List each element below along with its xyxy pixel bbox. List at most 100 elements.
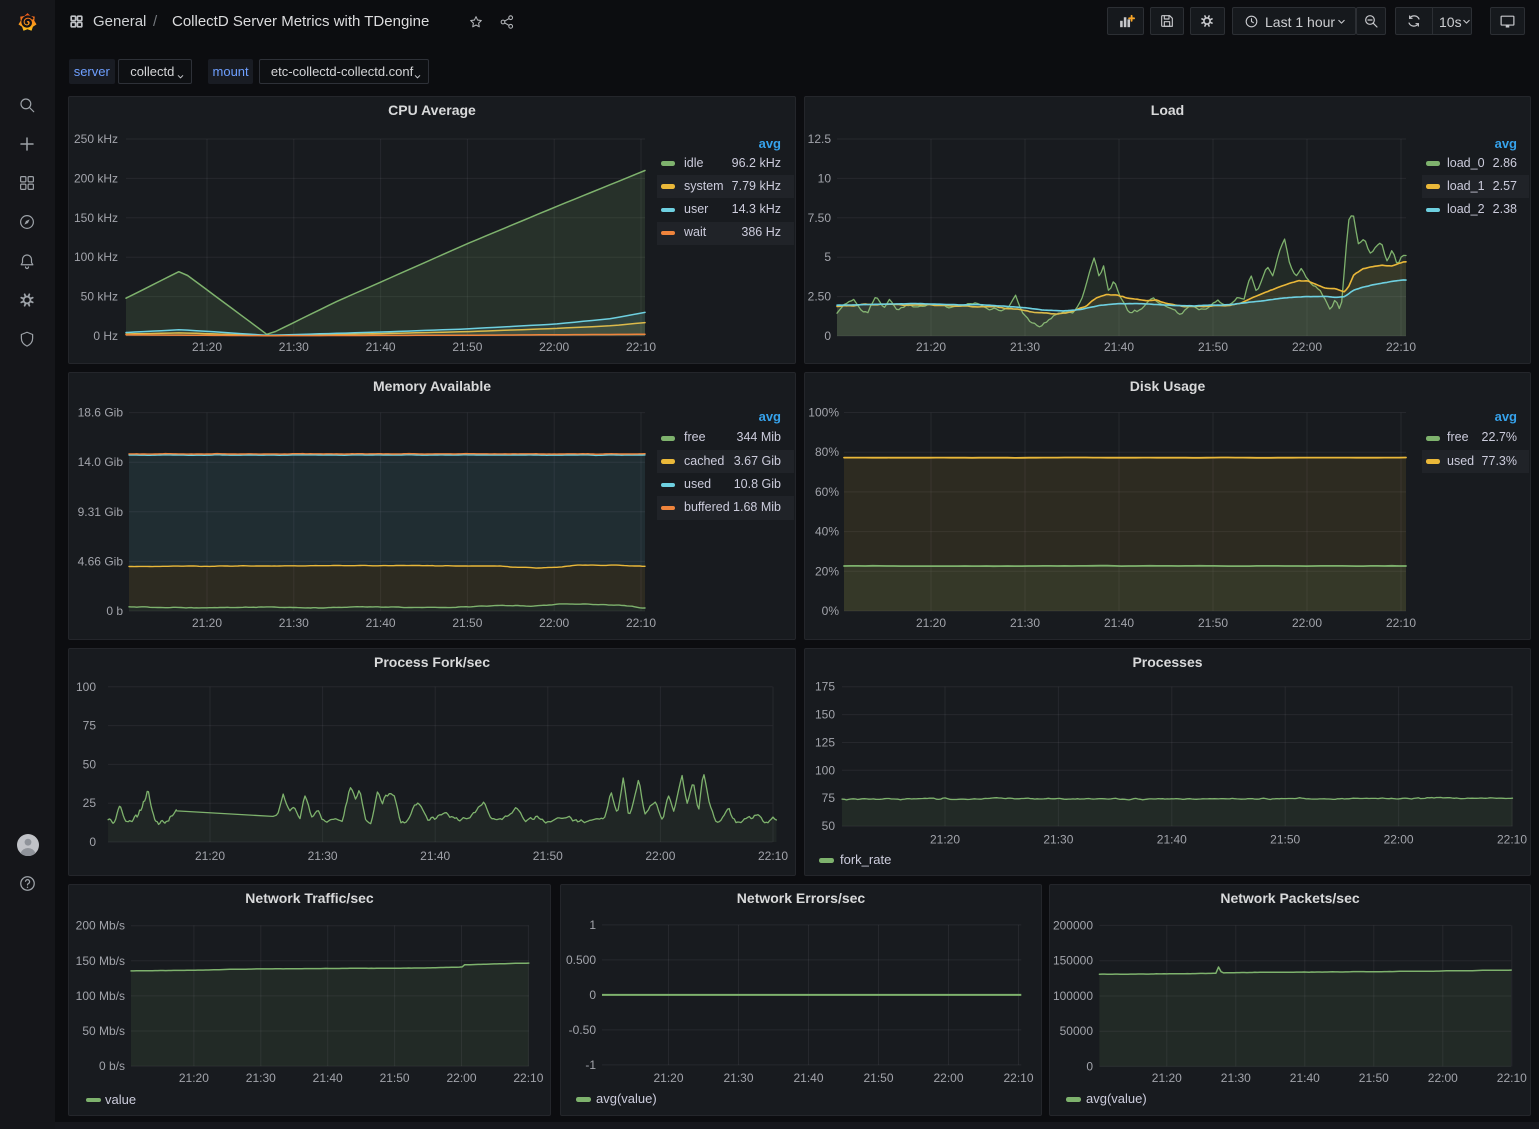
svg-text:21:40: 21:40: [793, 1071, 823, 1085]
svg-text:21:50: 21:50: [380, 1071, 410, 1085]
svg-text:25: 25: [83, 796, 97, 810]
svg-text:21:50: 21:50: [533, 849, 563, 863]
svg-text:200000: 200000: [1053, 918, 1093, 932]
svg-text:150 kHz: 150 kHz: [74, 211, 118, 225]
svg-text:22:00: 22:00: [446, 1071, 476, 1085]
svg-text:22:00: 22:00: [645, 849, 675, 863]
svg-text:75: 75: [83, 719, 97, 733]
svg-text:21:50: 21:50: [1198, 340, 1228, 354]
svg-text:0 Hz: 0 Hz: [93, 329, 118, 343]
svg-text:22:10: 22:10: [1386, 616, 1416, 630]
svg-text:21:30: 21:30: [246, 1071, 276, 1085]
svg-text:80%: 80%: [815, 445, 839, 459]
svg-text:100000: 100000: [1053, 989, 1093, 1003]
svg-text:0.500: 0.500: [566, 953, 596, 967]
svg-text:150 Mb/s: 150 Mb/s: [76, 954, 125, 968]
svg-text:21:20: 21:20: [653, 1071, 683, 1085]
svg-text:21:20: 21:20: [1152, 1071, 1182, 1085]
svg-text:7.50: 7.50: [808, 211, 832, 225]
svg-text:0: 0: [589, 988, 596, 1002]
svg-text:22:10: 22:10: [513, 1071, 543, 1085]
svg-text:22:00: 22:00: [933, 1071, 963, 1085]
svg-text:22:10: 22:10: [1497, 833, 1527, 847]
svg-text:22:00: 22:00: [539, 616, 569, 630]
svg-text:1: 1: [589, 918, 596, 932]
svg-text:21:40: 21:40: [1290, 1071, 1320, 1085]
svg-text:4.66 Gib: 4.66 Gib: [78, 554, 124, 568]
svg-text:21:40: 21:40: [420, 849, 450, 863]
svg-text:75: 75: [822, 791, 836, 805]
svg-text:0 b/s: 0 b/s: [99, 1059, 125, 1073]
svg-text:-1: -1: [585, 1058, 596, 1072]
svg-text:21:20: 21:20: [916, 616, 946, 630]
svg-text:175: 175: [815, 680, 835, 694]
svg-text:100: 100: [76, 680, 96, 694]
svg-text:21:20: 21:20: [179, 1071, 209, 1085]
svg-text:21:30: 21:30: [279, 616, 309, 630]
svg-text:14.0 Gib: 14.0 Gib: [78, 455, 124, 469]
svg-text:50: 50: [83, 757, 97, 771]
svg-text:21:50: 21:50: [1359, 1071, 1389, 1085]
svg-text:50: 50: [822, 819, 836, 833]
svg-text:0%: 0%: [822, 604, 840, 618]
svg-text:10: 10: [818, 171, 832, 185]
svg-text:21:20: 21:20: [192, 340, 222, 354]
svg-text:200 Mb/s: 200 Mb/s: [76, 919, 125, 933]
svg-text:0 b: 0 b: [106, 604, 123, 618]
svg-text:5: 5: [824, 250, 831, 264]
svg-text:-0.50: -0.50: [569, 1023, 597, 1037]
svg-text:20%: 20%: [815, 564, 839, 578]
svg-text:22:00: 22:00: [1292, 340, 1322, 354]
svg-text:22:00: 22:00: [1384, 833, 1414, 847]
svg-text:21:30: 21:30: [279, 340, 309, 354]
svg-text:21:30: 21:30: [308, 849, 338, 863]
svg-text:22:10: 22:10: [1497, 1071, 1527, 1085]
svg-text:21:50: 21:50: [452, 616, 482, 630]
svg-text:100 kHz: 100 kHz: [74, 250, 118, 264]
svg-text:22:10: 22:10: [1003, 1071, 1033, 1085]
svg-text:100 Mb/s: 100 Mb/s: [76, 989, 125, 1003]
svg-text:12.5: 12.5: [808, 132, 832, 146]
svg-text:0: 0: [824, 329, 831, 343]
svg-text:21:30: 21:30: [1043, 833, 1073, 847]
svg-text:21:40: 21:40: [366, 616, 396, 630]
svg-text:22:00: 22:00: [539, 340, 569, 354]
svg-text:100: 100: [815, 763, 835, 777]
svg-text:22:10: 22:10: [1386, 340, 1416, 354]
svg-text:250 kHz: 250 kHz: [74, 132, 118, 146]
svg-text:21:30: 21:30: [1010, 340, 1040, 354]
svg-text:21:20: 21:20: [916, 340, 946, 354]
svg-text:21:30: 21:30: [1010, 616, 1040, 630]
svg-text:21:50: 21:50: [863, 1071, 893, 1085]
svg-text:100%: 100%: [808, 406, 839, 420]
svg-text:9.31 Gib: 9.31 Gib: [78, 505, 124, 519]
svg-text:21:40: 21:40: [313, 1071, 343, 1085]
svg-text:50000: 50000: [1060, 1024, 1094, 1038]
svg-text:21:20: 21:20: [192, 616, 222, 630]
svg-text:21:20: 21:20: [195, 849, 225, 863]
svg-text:21:30: 21:30: [723, 1071, 753, 1085]
svg-text:50 kHz: 50 kHz: [81, 290, 118, 304]
svg-text:22:10: 22:10: [758, 849, 788, 863]
svg-text:21:50: 21:50: [1198, 616, 1228, 630]
svg-text:22:00: 22:00: [1292, 616, 1322, 630]
svg-text:125: 125: [815, 736, 835, 750]
svg-text:18.6 Gib: 18.6 Gib: [78, 406, 124, 420]
svg-text:60%: 60%: [815, 485, 839, 499]
svg-text:21:50: 21:50: [452, 340, 482, 354]
svg-text:40%: 40%: [815, 525, 839, 539]
svg-text:22:10: 22:10: [626, 616, 656, 630]
svg-text:2.50: 2.50: [808, 290, 832, 304]
svg-text:21:50: 21:50: [1270, 833, 1300, 847]
svg-text:22:00: 22:00: [1428, 1071, 1458, 1085]
svg-text:21:30: 21:30: [1221, 1071, 1251, 1085]
svg-text:150: 150: [815, 708, 835, 722]
svg-text:50 Mb/s: 50 Mb/s: [82, 1024, 125, 1038]
svg-text:0: 0: [89, 835, 96, 849]
svg-text:21:40: 21:40: [1104, 616, 1134, 630]
svg-text:200 kHz: 200 kHz: [74, 171, 118, 185]
svg-text:21:20: 21:20: [930, 833, 960, 847]
svg-text:21:40: 21:40: [1157, 833, 1187, 847]
svg-text:0: 0: [1086, 1059, 1093, 1073]
svg-text:22:10: 22:10: [626, 340, 656, 354]
